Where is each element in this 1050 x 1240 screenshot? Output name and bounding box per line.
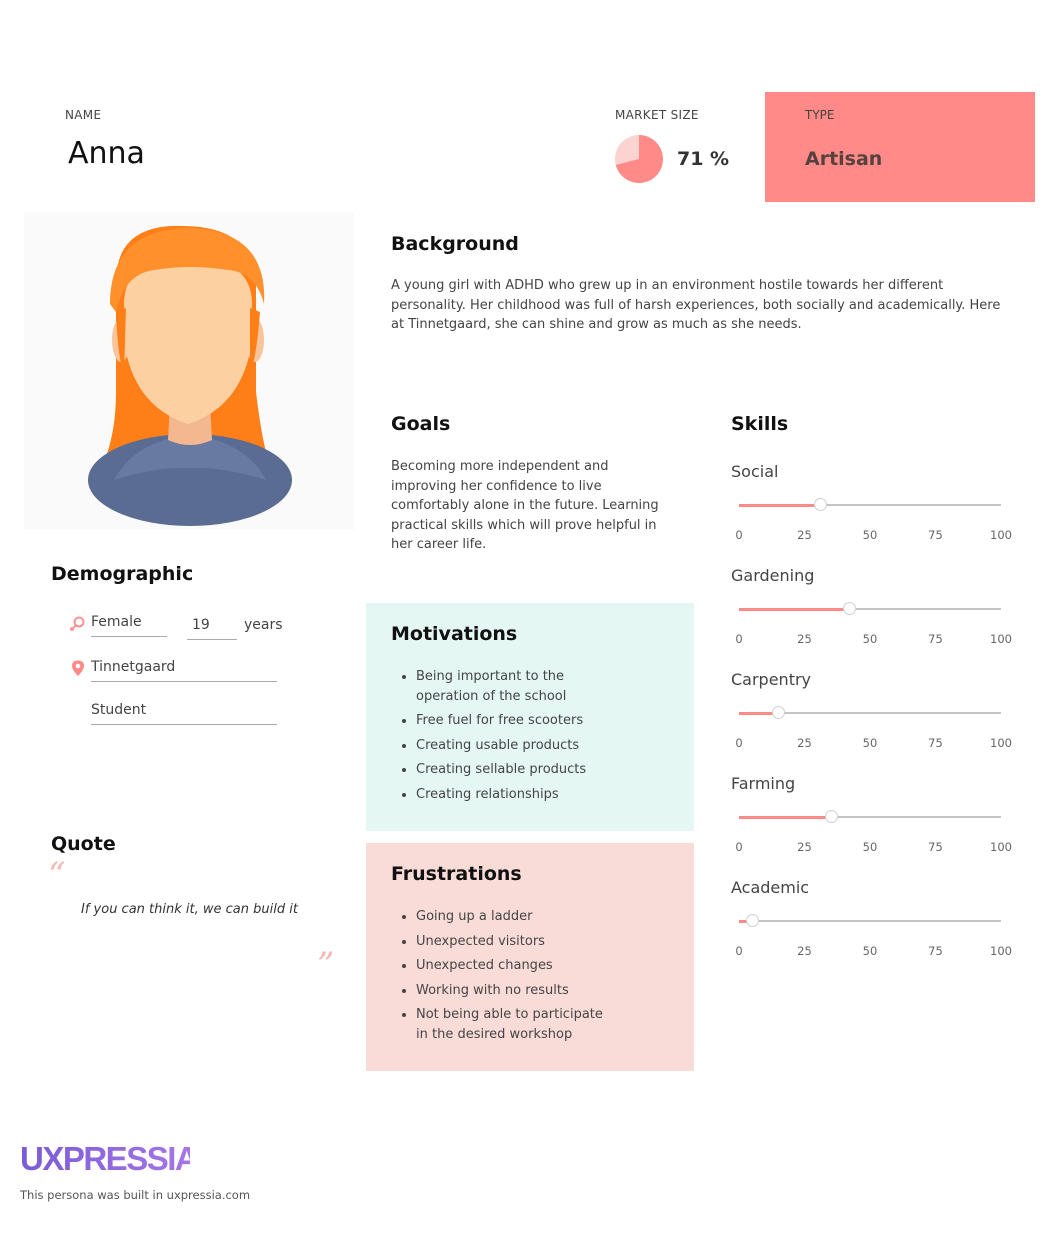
goals-heading: Goals — [391, 413, 451, 435]
tick-label: 75 — [928, 736, 943, 750]
skill-scale: 0 25 50 75 100 — [731, 528, 1021, 542]
type-label: TYPE — [805, 108, 835, 122]
skill-scale: 0 25 50 75 100 — [731, 944, 1021, 958]
tick-label: 100 — [990, 736, 1012, 750]
skill-label: Farming — [731, 774, 796, 793]
list-item: Unexpected visitors — [416, 932, 616, 952]
skill-slider-fill — [739, 503, 821, 507]
tick-label: 50 — [862, 528, 878, 542]
gender-field[interactable]: Female — [91, 614, 167, 637]
market-size-label: MARKET SIZE — [615, 108, 699, 122]
list-item: Unexpected changes — [416, 956, 616, 976]
skill-slider-track[interactable] — [739, 602, 1001, 615]
avatar-illustration — [88, 225, 292, 526]
skill-slider-handle[interactable] — [746, 914, 760, 927]
skill-slider-track[interactable] — [739, 498, 1001, 511]
list-item: Creating sellable products — [416, 760, 616, 780]
goals-text[interactable]: Becoming more independent and improving … — [391, 457, 676, 555]
tick-label: 0 — [735, 736, 743, 750]
list-item: Creating usable products — [416, 736, 616, 756]
occupation-field[interactable]: Student — [91, 702, 277, 725]
persona-name[interactable]: Anna — [68, 136, 145, 171]
age-field[interactable]: 19 — [187, 617, 237, 640]
motivations-list: Being important to the operation of the … — [416, 667, 616, 809]
motivations-heading: Motivations — [391, 623, 518, 645]
quote-heading: Quote — [51, 833, 116, 855]
tick-label: 100 — [990, 840, 1012, 854]
background-heading: Background — [391, 233, 519, 255]
skill-slider-fill — [739, 815, 831, 819]
tick-label: 100 — [990, 528, 1012, 542]
tick-label: 100 — [990, 944, 1012, 958]
list-item: Working with no results — [416, 981, 616, 1001]
skill-scale: 0 25 50 75 100 — [731, 840, 1021, 854]
list-item: Free fuel for free scooters — [416, 711, 616, 731]
skill-slider-fill — [739, 607, 850, 611]
background-text[interactable]: A young girl with ADHD who grew up in an… — [391, 276, 1016, 335]
tick-label: 0 — [735, 840, 743, 854]
name-label: NAME — [65, 108, 102, 122]
skill-social: Social 0 25 50 75 100 — [731, 462, 1021, 562]
list-item: Being important to the operation of the … — [416, 667, 616, 706]
tick-label: 0 — [735, 632, 743, 646]
skill-label: Carpentry — [731, 670, 812, 689]
close-quote-icon: ” — [317, 945, 335, 985]
list-item: Going up a ladder — [416, 907, 616, 927]
tick-label: 50 — [862, 736, 878, 750]
footer-credit[interactable]: This persona was built in uxpressia.com — [20, 1188, 250, 1202]
skill-slider-track[interactable] — [739, 810, 1001, 823]
type-box[interactable]: TYPE Artisan — [765, 92, 1035, 202]
market-size-pie — [615, 135, 663, 183]
tick-label: 75 — [928, 632, 943, 646]
skill-label: Gardening — [731, 566, 815, 585]
tick-label: 25 — [797, 840, 812, 854]
location-pin-icon — [72, 660, 84, 676]
tick-label: 75 — [928, 840, 943, 854]
motivations-card[interactable]: Motivations Being important to the opera… — [366, 603, 694, 831]
skill-scale: 0 25 50 75 100 — [731, 736, 1021, 750]
quote-text[interactable]: If you can think it, we can build it — [81, 902, 298, 917]
age-unit-label: years — [244, 617, 283, 633]
skill-carpentry: Carpentry 0 25 50 75 100 — [731, 670, 1021, 770]
tick-label: 50 — [862, 840, 878, 854]
tick-label: 50 — [862, 944, 878, 958]
skill-academic: Academic 0 25 50 75 100 — [731, 878, 1021, 978]
tick-label: 25 — [797, 632, 812, 646]
open-quote-icon: “ — [48, 855, 66, 895]
skills-heading: Skills — [731, 413, 789, 435]
skill-gardening: Gardening 0 25 50 75 100 — [731, 566, 1021, 666]
skill-slider-handle[interactable] — [814, 498, 828, 511]
type-value: Artisan — [805, 148, 883, 170]
tick-label: 25 — [797, 944, 812, 958]
list-item: Not being able to participate in the des… — [416, 1005, 616, 1044]
tick-label: 25 — [797, 736, 812, 750]
skill-label: Academic — [731, 878, 810, 897]
skill-slider-handle[interactable] — [824, 810, 838, 823]
location-field[interactable]: Tinnetgaard — [91, 659, 277, 682]
market-size-value[interactable]: 71 % — [677, 148, 729, 170]
avatar[interactable] — [24, 212, 354, 530]
skill-slider-handle[interactable] — [772, 706, 786, 719]
tick-label: 0 — [735, 944, 743, 958]
skill-slider-track[interactable] — [739, 914, 1001, 927]
skill-scale: 0 25 50 75 100 — [731, 632, 1021, 646]
tick-label: 75 — [928, 528, 943, 542]
frustrations-list: Going up a ladder Unexpected visitors Un… — [416, 907, 616, 1049]
frustrations-heading: Frustrations — [391, 863, 522, 885]
tick-label: 25 — [797, 528, 812, 542]
tick-label: 0 — [735, 528, 743, 542]
tick-label: 75 — [928, 944, 943, 958]
logo-text: UXPRESSIA — [20, 1141, 190, 1175]
skill-slider-handle[interactable] — [843, 602, 857, 615]
tick-label: 50 — [862, 632, 878, 646]
list-item: Creating relationships — [416, 785, 616, 805]
skill-label: Social — [731, 462, 779, 481]
gender-female-icon — [69, 616, 85, 632]
demographic-heading: Demographic — [51, 563, 194, 585]
frustrations-card[interactable]: Frustrations Going up a ladder Unexpecte… — [366, 843, 694, 1071]
uxpressia-logo[interactable]: UXPRESSIA — [20, 1141, 190, 1175]
skill-farming: Farming 0 25 50 75 100 — [731, 774, 1021, 874]
skill-slider-track[interactable] — [739, 706, 1001, 719]
tick-label: 100 — [990, 632, 1012, 646]
